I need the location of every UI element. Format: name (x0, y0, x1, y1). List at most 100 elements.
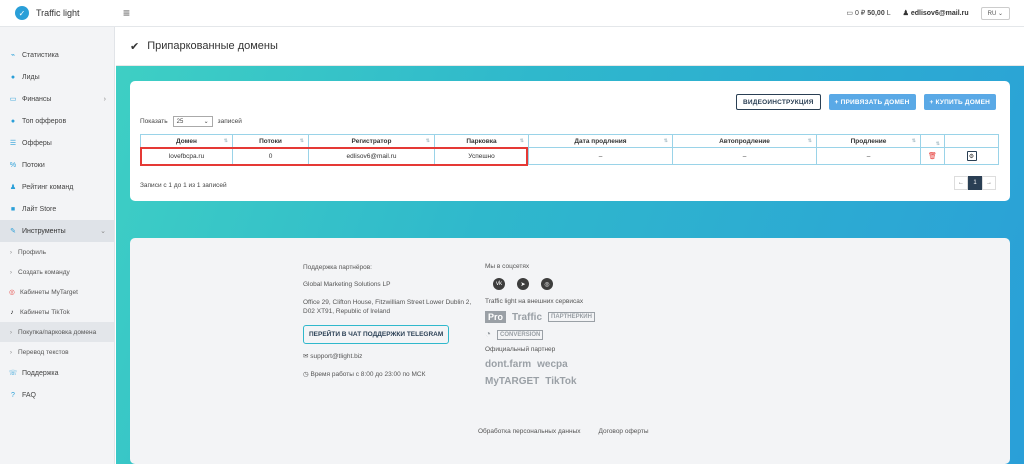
gauge-logo-icon[interactable]: ◔ (485, 329, 491, 340)
mytarget-logo[interactable]: MyTARGET (485, 376, 539, 387)
chevron-down-icon: ⌄ (203, 119, 209, 125)
top-right: ▭ 0 ₽ 50,00 L ♟ edlisov6@mail.ru RU ⌄ (846, 6, 1024, 20)
sidebar-item-top-offers[interactable]: ● Топ офферов (0, 110, 114, 132)
sidebar-sub-profile[interactable]: › Профиль (0, 242, 114, 262)
chevron-right-icon: › (9, 348, 13, 356)
sidebar-item-tools[interactable]: ✎ Инструменты ⌄ (0, 220, 114, 242)
cell-flows: 0 (232, 147, 309, 165)
buy-domain-button[interactable]: + КУПИТЬ ДОМЕН (923, 94, 996, 110)
clock-icon: ◷ (303, 370, 309, 378)
sidebar-item-light-store[interactable]: ■ Лайт Store (0, 198, 114, 220)
col-renew[interactable]: Продление ⇅ (816, 134, 921, 148)
list-icon: ☰ (9, 140, 17, 147)
col-flows[interactable]: Потоки ⇅ (232, 134, 309, 148)
show-label: Показать (140, 118, 168, 125)
col-domain[interactable]: Домен ⇅ (140, 134, 233, 148)
partner-logos-row1: Pro Traffic ПАРТНЕРКИН (485, 311, 685, 323)
sidebar-sub-mytarget[interactable]: ◎ Кабинеты MyTarget (0, 282, 114, 302)
col-renew-date[interactable]: Дата продления ⇅ (528, 134, 673, 148)
records-info: Записи с 1 до 1 из 1 записей (140, 182, 227, 189)
pagination: ← 1 → (954, 176, 996, 190)
brand-name: Traffic light (36, 8, 80, 18)
sidebar-item-offers[interactable]: ☰ Офферы (0, 132, 114, 154)
attach-domain-button[interactable]: + ПРИВЯЗАТЬ ДОМЕН (828, 94, 916, 110)
sidebar-sub-create-team[interactable]: › Создать команду (0, 262, 114, 282)
mail-icon: ✉ (303, 353, 309, 361)
sidebar-sub-translate[interactable]: › Перевод текстов (0, 342, 114, 362)
instagram-icon[interactable]: ◎ (541, 278, 553, 290)
footer: Поддержка партнёров: Global Marketing So… (130, 238, 1010, 464)
cell-renew-date: – (528, 147, 673, 165)
main-content: ✔ Припаркованные домены ВИДЕОИНСТРУКЦИЯ … (116, 27, 1024, 464)
dot-icon: ● (10, 117, 16, 125)
page-button-1[interactable]: 1 (968, 176, 982, 190)
official-logos-row2: MyTARGET TikTok (485, 376, 685, 387)
social-title: Мы в соцсетях (485, 263, 530, 270)
team-icon: ♟ (9, 184, 17, 191)
cell-delete: 🗑 (920, 147, 945, 165)
sidebar-item-finance[interactable]: ▭ Финансы › (0, 88, 114, 110)
telegram-icon[interactable]: ➤ (517, 278, 529, 290)
page-header: ✔ Припаркованные домены (116, 27, 1024, 66)
balance[interactable]: ▭ 0 ₽ 50,00 L (846, 9, 890, 17)
table-row: lovefbcpa.ru 0 edlisov6@mail.ru Успешно … (140, 147, 999, 165)
prev-page-button[interactable]: ← (954, 176, 968, 190)
partner-logos-row2: ◔ CONVERSION (485, 329, 685, 340)
store-icon: ■ (10, 205, 16, 213)
working-hours: ◷ Время работы с 8:00 до 23:00 по МСК (303, 370, 426, 378)
chart-icon: ⌁ (10, 52, 16, 59)
flow-icon: % (9, 161, 17, 169)
brand[interactable]: ✓ Traffic light (0, 6, 115, 20)
next-page-button[interactable]: → (982, 176, 996, 190)
vk-icon[interactable]: vk (493, 278, 505, 290)
col-registrar[interactable]: Регистратор ⇅ (308, 134, 435, 148)
partnerkin-logo[interactable]: ПАРТНЕРКИН (548, 312, 595, 322)
sidebar-item-statistics[interactable]: ⌁ Статистика (0, 44, 114, 66)
sidebar-item-flows[interactable]: % Потоки (0, 154, 114, 176)
chevron-right-icon: › (9, 268, 13, 276)
check-circle-icon: ● (10, 73, 16, 81)
cell-settings: ⚙ (944, 147, 999, 165)
sidebar-sub-domain-parking[interactable]: › Покупка/парковка домена (0, 322, 114, 342)
wecpa-logo[interactable]: wecpa (537, 359, 568, 370)
footer-links: Обработка персональных данных Договор оф… (478, 428, 649, 435)
cell-renew: – (816, 147, 921, 165)
sidebar-item-team-rating[interactable]: ♟ Рейтинг команд (0, 176, 114, 198)
trash-icon[interactable]: 🗑 (928, 153, 937, 160)
conversion-logo[interactable]: CONVERSION (497, 329, 544, 340)
col-parking[interactable]: Парковка ⇅ (434, 134, 529, 148)
sidebar-item-support[interactable]: ☏ Поддержка (0, 362, 114, 384)
sidebar-sub-tiktok[interactable]: ♪ Кабинеты TikTok (0, 302, 114, 322)
support-email[interactable]: ✉ support@tlight.biz (303, 352, 473, 361)
sidebar-item-leads[interactable]: ● Лиды (0, 66, 114, 88)
cell-domain: lovefbcpa.ru (140, 147, 233, 165)
chevron-right-icon: › (9, 328, 13, 336)
sidebar-item-faq[interactable]: ? FAQ (0, 384, 114, 406)
tiktok-logo[interactable]: TikTok (545, 376, 576, 387)
chevron-down-icon: ⌄ (100, 228, 106, 235)
chevron-right-icon: › (103, 95, 106, 103)
page-size-control: Показать 25 ⌄ записей (140, 116, 242, 127)
dontfarm-logo[interactable]: dont.farm (485, 359, 531, 370)
offer-link[interactable]: Договор оферты (599, 428, 649, 435)
pro-traffic-logo[interactable]: Pro (485, 311, 507, 323)
content-area: ВИДЕОИНСТРУКЦИЯ + ПРИВЯЗАТЬ ДОМЕН + КУПИ… (116, 66, 1024, 464)
video-instruction-button[interactable]: ВИДЕОИНСТРУКЦИЯ (735, 94, 821, 110)
wallet-icon: ▭ (9, 96, 17, 103)
col-autorenew[interactable]: Автопродление ⇅ (672, 134, 817, 148)
col-delete[interactable]: ⇅ (920, 134, 945, 148)
language-select[interactable]: RU ⌄ (980, 6, 1010, 20)
privacy-link[interactable]: Обработка персональных данных (478, 428, 581, 435)
telegram-chat-button[interactable]: ПЕРЕЙТИ В ЧАТ ПОДДЕРЖКИ TELEGRAM (303, 324, 450, 345)
col-settings (944, 134, 999, 148)
traffic-logo[interactable]: Traffic (512, 312, 542, 323)
menu-toggle-icon[interactable]: ≡ (123, 6, 130, 20)
user-email[interactable]: ♟ edlisov6@mail.ru (903, 9, 969, 17)
external-title: Traffic light на внешних сервисах (485, 298, 584, 305)
chevron-right-icon: › (9, 248, 13, 256)
page-size-select[interactable]: 25 ⌄ (172, 116, 213, 127)
company-name: Global Marketing Solutions LP (303, 281, 391, 289)
support-title: Поддержка партнёров: (303, 264, 372, 271)
gear-icon[interactable]: ⚙ (966, 151, 977, 161)
check-icon: ✔ (130, 40, 140, 53)
